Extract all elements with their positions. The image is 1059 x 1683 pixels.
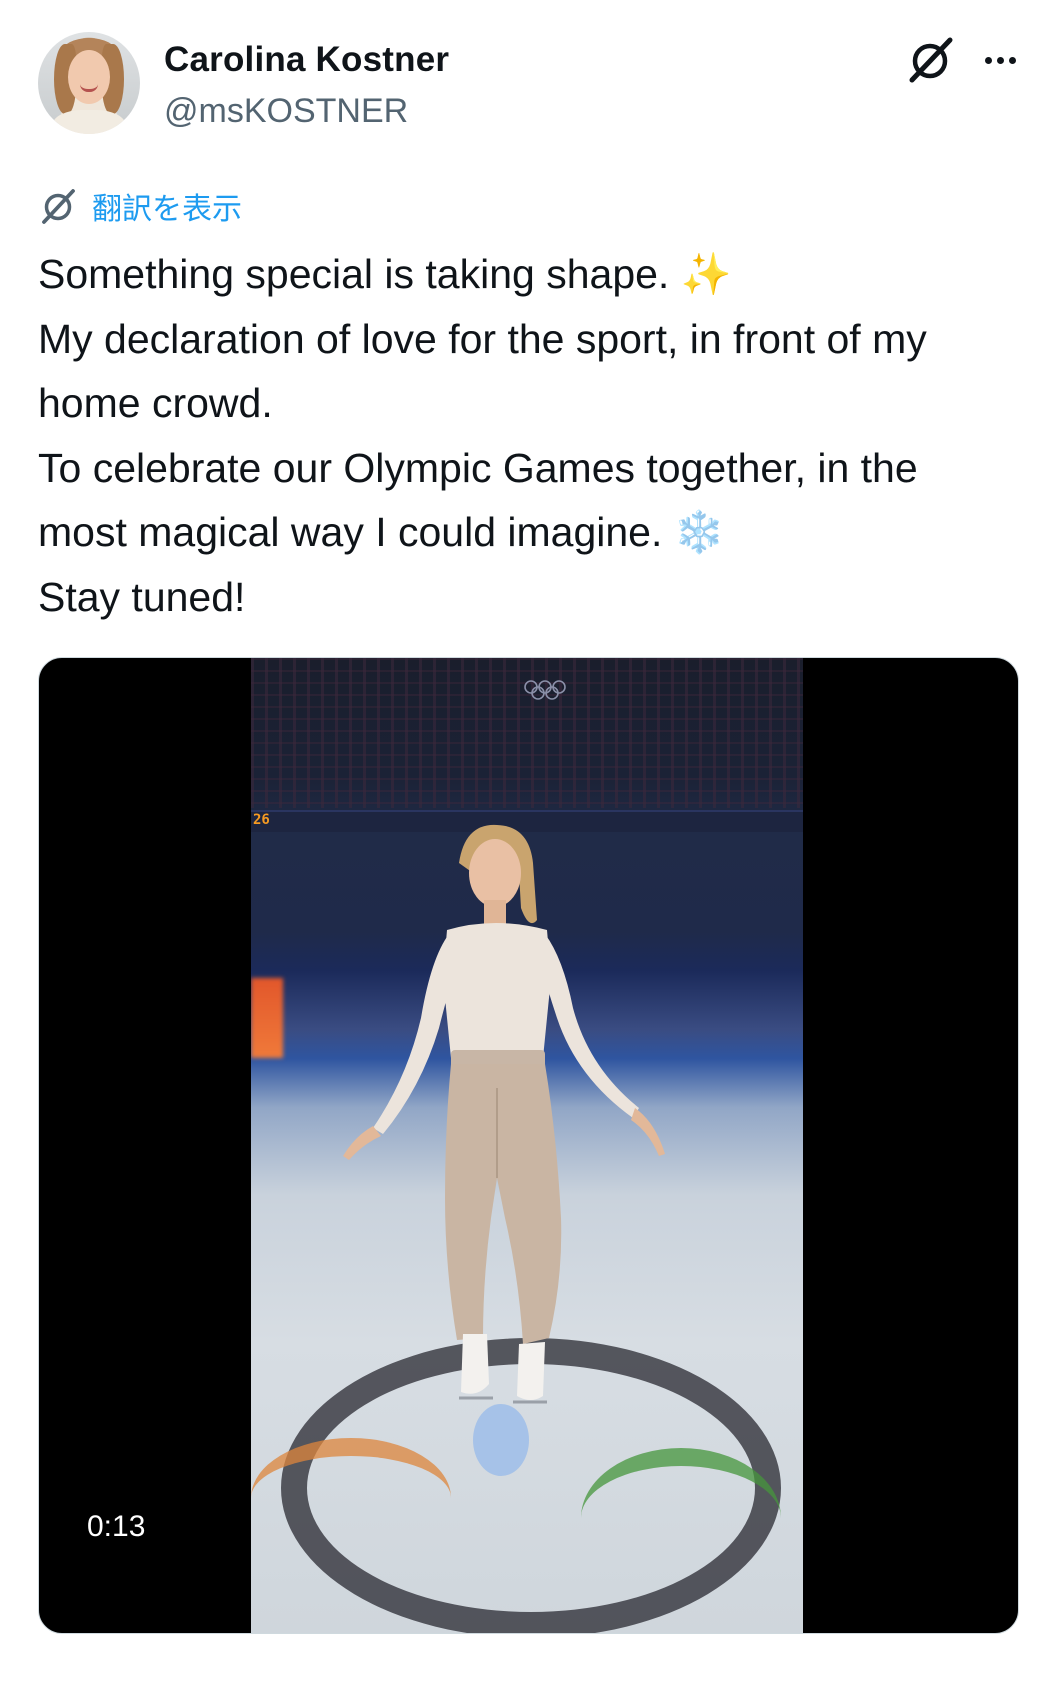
show-translation-label: 翻訳を表示 bbox=[92, 192, 242, 227]
tweet-line: My declaration of love for the sport, in… bbox=[38, 315, 927, 362]
video-duration-badge: 0:13 bbox=[75, 1508, 158, 1546]
video-player[interactable]: 26 0:13 bbox=[38, 657, 1019, 1634]
more-options-button[interactable] bbox=[978, 38, 1022, 82]
video-frame: 26 bbox=[251, 658, 803, 1633]
show-translation-link[interactable]: 翻訳を表示 bbox=[38, 186, 242, 227]
tweet-line: Stay tuned! bbox=[38, 573, 246, 620]
grok-icon bbox=[909, 37, 953, 83]
tweet-line: home crowd. bbox=[38, 380, 273, 426]
author-display-name[interactable]: Carolina Kostner bbox=[164, 40, 449, 80]
tweet-text: Something special is taking shape. ✨ My … bbox=[38, 242, 1028, 629]
more-horizontal-icon bbox=[984, 56, 992, 64]
skater-figure bbox=[343, 824, 665, 1476]
grok-button[interactable] bbox=[904, 34, 956, 86]
tweet-line: Something special is taking shape. ✨ bbox=[38, 251, 732, 297]
tweet-line: most magical way I could imagine. ❄️ bbox=[38, 509, 725, 555]
tweet-line: To celebrate our Olympic Games together,… bbox=[38, 444, 918, 491]
grok-icon bbox=[42, 189, 75, 224]
author-handle[interactable]: @msKOSTNER bbox=[164, 92, 408, 131]
avatar[interactable] bbox=[38, 32, 140, 134]
